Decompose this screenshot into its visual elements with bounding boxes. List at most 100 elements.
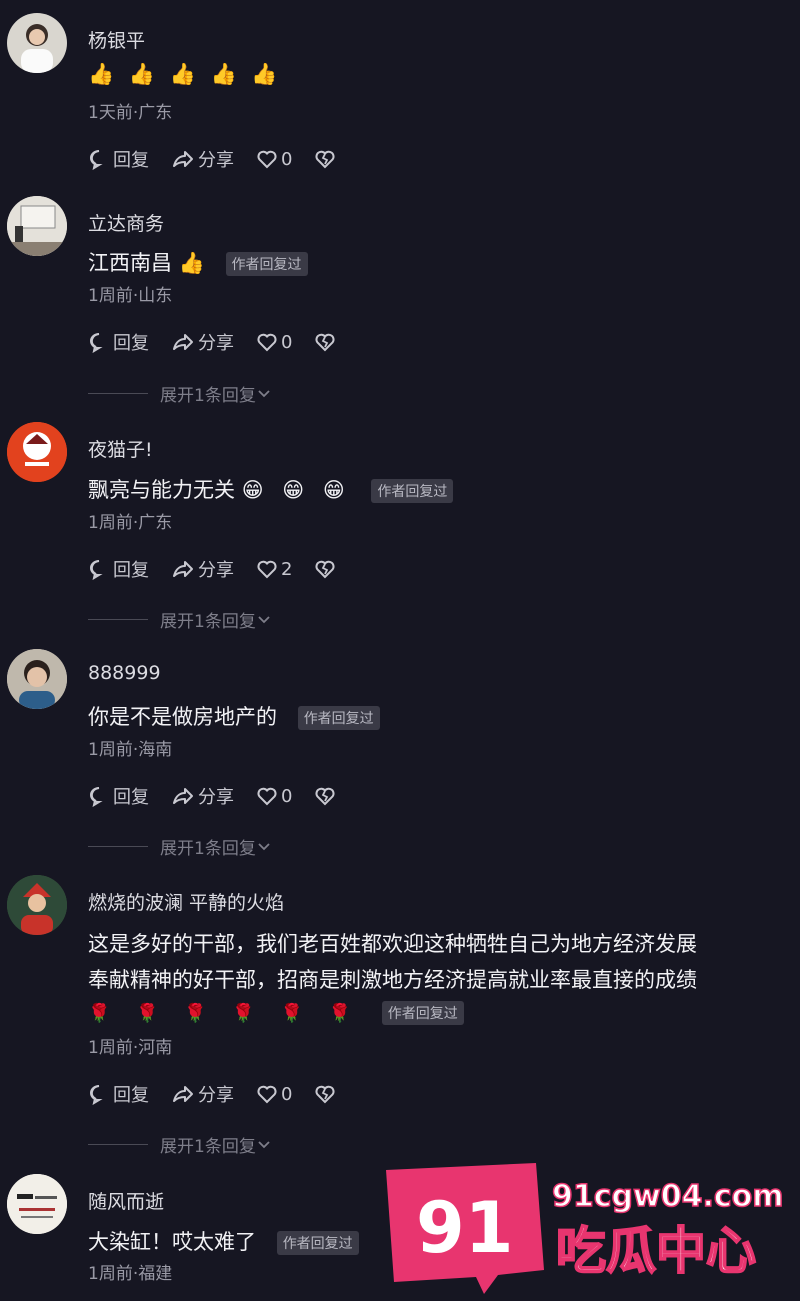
like-button[interactable]: 2 xyxy=(256,558,292,580)
reply-button[interactable]: 回复 xyxy=(88,1081,149,1107)
emoji-row: 🌹 🌹 🌹 🌹 🌹 🌹 xyxy=(88,1003,362,1024)
comment-meta: 1周前·广东 xyxy=(88,513,173,533)
avatar[interactable] xyxy=(7,1174,67,1234)
reply-button[interactable]: 回复 xyxy=(88,329,149,355)
heart-icon xyxy=(257,150,277,169)
chevron-down-icon xyxy=(258,389,270,397)
reply-icon xyxy=(90,1085,103,1105)
reply-icon xyxy=(90,150,103,170)
share-icon xyxy=(173,561,193,577)
comment-actions: 回复 分享 0 xyxy=(88,783,361,809)
share-label: 分享 xyxy=(198,150,234,171)
dislike-button[interactable] xyxy=(314,558,339,580)
divider xyxy=(88,393,148,394)
broken-heart-icon xyxy=(315,787,335,806)
share-icon xyxy=(173,1086,193,1102)
avatar[interactable] xyxy=(7,196,67,256)
expand-replies[interactable]: 展开1条回复 xyxy=(88,607,272,632)
username[interactable]: 杨银平 xyxy=(88,26,145,53)
broken-heart-icon xyxy=(315,1085,335,1104)
watermark-domain: 91cgw04.com xyxy=(552,1179,784,1214)
avatar[interactable] xyxy=(7,649,67,709)
comment-meta: 1周前·福建 xyxy=(88,1264,173,1284)
chevron-down-icon xyxy=(258,1140,270,1148)
share-button[interactable]: 分享 xyxy=(171,329,234,355)
avatar[interactable] xyxy=(7,875,67,935)
broken-heart-icon xyxy=(315,150,335,169)
like-button[interactable]: 0 xyxy=(256,1083,292,1105)
heart-icon xyxy=(257,787,277,806)
heart-icon xyxy=(257,1085,277,1104)
dislike-button[interactable] xyxy=(314,1083,339,1105)
reply-icon xyxy=(90,560,103,580)
username[interactable]: 立达商务 xyxy=(88,209,164,236)
chevron-down-icon xyxy=(258,842,270,850)
comment-emoji-row: 🌹 🌹 🌹 🌹 🌹 🌹 作者回复过 xyxy=(88,1000,464,1025)
expand-replies[interactable]: 展开1条回复 xyxy=(88,1132,272,1157)
reply-icon xyxy=(90,333,103,353)
reply-button[interactable]: 回复 xyxy=(88,783,149,809)
avatar[interactable] xyxy=(7,422,67,482)
author-replied-badge: 作者回复过 xyxy=(381,1001,464,1025)
username[interactable]: 888999 xyxy=(88,662,161,684)
share-icon xyxy=(173,151,193,167)
expand-replies[interactable]: 展开1条回复 xyxy=(88,834,272,859)
comment-text: 👍 👍 👍 👍 👍 xyxy=(88,62,281,87)
like-button[interactable]: 0 xyxy=(256,331,292,353)
comment-meta: 1周前·山东 xyxy=(88,286,173,306)
comment-meta: 1天前·广东 xyxy=(88,103,173,123)
author-replied-badge: 作者回复过 xyxy=(297,706,380,730)
comment-text: 飘亮与能力无关 😁 😁 😁 作者回复过 xyxy=(88,474,454,504)
comment-actions: 回复 分享 0 xyxy=(88,1081,361,1107)
watermark-number: 91 xyxy=(416,1187,513,1269)
chevron-down-icon xyxy=(258,615,270,623)
watermark: 91 91cgw04.com 吃瓜中心 xyxy=(376,1160,800,1297)
like-count: 2 xyxy=(281,558,293,580)
like-button[interactable]: 0 xyxy=(256,148,292,170)
emoji-row: 👍 👍 👍 👍 👍 xyxy=(88,62,282,86)
comment-text: 江西南昌 👍 作者回复过 xyxy=(88,247,308,277)
comment-text-line: 这是多好的干部，我们老百姓都欢迎这种牺牲自己为地方经济发展 xyxy=(88,932,697,956)
reply-button[interactable]: 回复 xyxy=(88,556,149,582)
share-icon xyxy=(173,788,193,804)
username[interactable]: 燃烧的波澜 平静的火焰 xyxy=(88,888,284,915)
like-count: 0 xyxy=(281,148,293,170)
divider xyxy=(88,1144,148,1145)
avatar[interactable] xyxy=(7,13,67,73)
comment-meta: 1周前·海南 xyxy=(88,740,173,760)
reply-button[interactable]: 回复 xyxy=(88,146,149,172)
share-button[interactable]: 分享 xyxy=(171,146,234,172)
emoji-row: 😁 😁 😁 xyxy=(241,478,351,502)
expand-replies[interactable]: 展开1条回复 xyxy=(88,381,272,406)
comment-text-line: 奉献精神的好干部，招商是刺激地方经济提高就业率最直接的成绩 xyxy=(88,968,697,992)
broken-heart-icon xyxy=(315,333,335,352)
like-count: 0 xyxy=(281,1083,293,1105)
comment-text: 大染缸！哎太难了 作者回复过 xyxy=(88,1226,359,1256)
like-button[interactable]: 0 xyxy=(256,785,292,807)
dislike-button[interactable] xyxy=(314,331,339,353)
dislike-button[interactable] xyxy=(314,785,339,807)
share-button[interactable]: 分享 xyxy=(171,1081,234,1107)
author-replied-badge: 作者回复过 xyxy=(225,252,308,276)
author-replied-badge: 作者回复过 xyxy=(276,1231,359,1255)
comment-actions: 回复 分享 0 xyxy=(88,146,361,172)
reply-icon xyxy=(90,787,103,807)
broken-heart-icon xyxy=(315,560,335,579)
share-button[interactable]: 分享 xyxy=(171,783,234,809)
heart-icon xyxy=(257,560,277,579)
like-count: 0 xyxy=(281,331,293,353)
share-button[interactable]: 分享 xyxy=(171,556,234,582)
comment-text: 你是不是做房地产的 作者回复过 xyxy=(88,701,380,731)
comment-meta: 1周前·河南 xyxy=(88,1038,173,1058)
comment-actions: 回复 分享 0 xyxy=(88,329,361,355)
watermark-name: 吃瓜中心 xyxy=(556,1222,756,1280)
share-icon xyxy=(173,334,193,350)
username[interactable]: 随风而逝 xyxy=(88,1187,164,1214)
heart-icon xyxy=(257,333,277,352)
emoji: 👍 xyxy=(178,251,205,275)
dislike-button[interactable] xyxy=(314,148,339,170)
author-replied-badge: 作者回复过 xyxy=(371,479,454,503)
like-count: 0 xyxy=(281,785,293,807)
username[interactable]: 夜猫子! xyxy=(88,435,153,462)
divider xyxy=(88,619,148,620)
